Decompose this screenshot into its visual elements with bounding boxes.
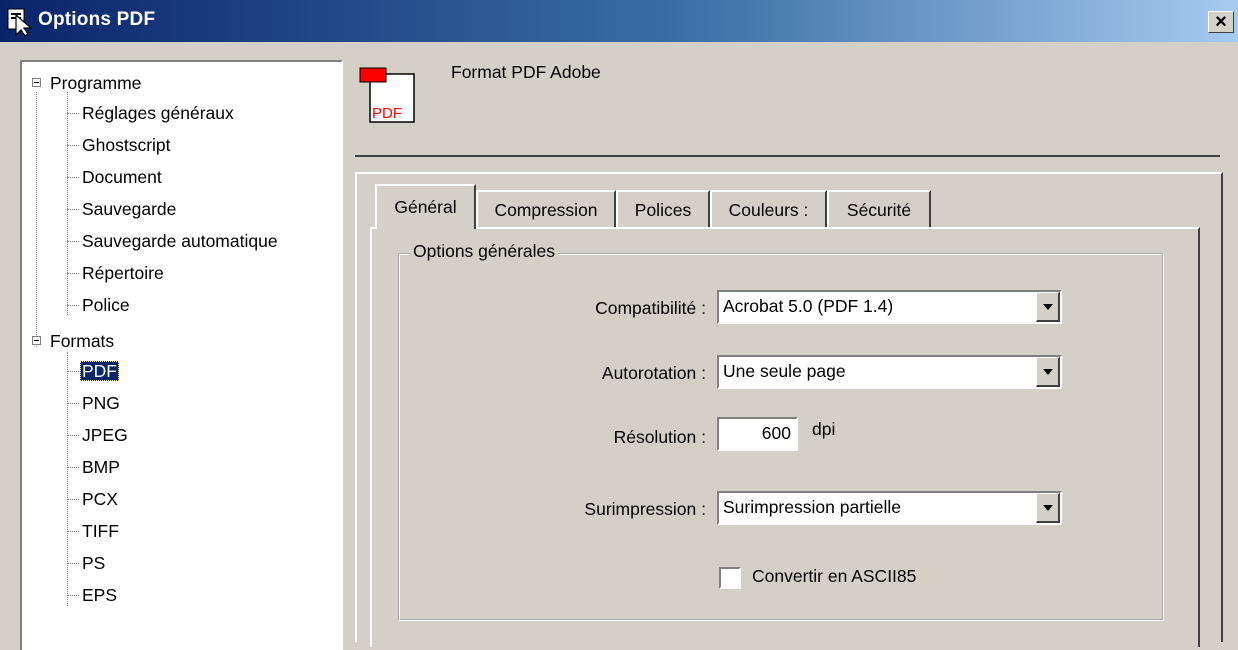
tree-item-reglages-generaux[interactable]: Réglages généraux [80, 98, 236, 128]
resolution-label: Résolution : [613, 427, 706, 447]
format-title: Format PDF Adobe [451, 62, 601, 82]
tree-item-label: Police [82, 295, 130, 315]
autorotation-label: Autorotation : [601, 363, 706, 383]
chevron-down-icon[interactable] [1036, 357, 1060, 387]
collapse-icon[interactable] [32, 336, 41, 345]
tree-item-label: PCX [82, 489, 118, 509]
tree-item-label: JPEG [82, 425, 128, 445]
tree-item-document[interactable]: Document [80, 162, 164, 192]
overprint-select[interactable]: Surimpression partielle [717, 491, 1062, 525]
tree-line [67, 177, 79, 178]
tree-item-label: PNG [82, 393, 120, 413]
tab-couleurs[interactable]: Couleurs : [710, 190, 827, 227]
chevron-down-icon[interactable] [1036, 493, 1060, 523]
tree-item-label: Sauvegarde [82, 199, 177, 219]
tree-item-label: Réglages généraux [82, 103, 234, 123]
tree-line [67, 467, 79, 468]
tree-item-label: Formats [50, 331, 115, 351]
app-icon [7, 8, 33, 37]
tree-item-label: Document [82, 167, 162, 187]
tree-item-ghostscript[interactable]: Ghostscript [80, 130, 173, 160]
tree-line [67, 209, 79, 210]
header-separator [355, 155, 1220, 157]
pdf-icon-text: PDF [372, 105, 402, 122]
tree-line [67, 113, 79, 114]
tree-line [67, 145, 79, 146]
compat-value: Acrobat 5.0 (PDF 1.4) [723, 296, 894, 316]
collapse-icon[interactable] [32, 78, 41, 87]
tree-line [67, 595, 79, 596]
tab-securite[interactable]: Sécurité [827, 190, 931, 227]
tree-item-programme[interactable]: Programme [48, 68, 143, 98]
tree-item-formats[interactable]: Formats [48, 326, 116, 356]
autorotation-select[interactable]: Une seule page [717, 355, 1062, 389]
tree-line [67, 241, 79, 242]
compat-label: Compatibilité : [595, 298, 706, 318]
close-button[interactable]: × [1208, 11, 1234, 33]
tree-item-label: Sauvegarde automatique [82, 231, 278, 251]
tree-item-label: BMP [82, 457, 120, 477]
tree-item-pdf[interactable]: PDF [80, 356, 119, 386]
tree-item-label: TIFF [82, 521, 119, 541]
ascii85-checkbox[interactable] [719, 567, 741, 589]
overprint-label: Surimpression : [584, 499, 706, 519]
window-title: Options PDF [38, 9, 156, 30]
group-title: Options générales [410, 241, 559, 262]
tree-line [67, 305, 79, 306]
tree-item-label: Répertoire [82, 263, 164, 283]
tree-line [67, 531, 79, 532]
tree-item-pcx[interactable]: PCX [80, 484, 120, 514]
tree-item-repertoire[interactable]: Répertoire [80, 258, 166, 288]
tree-item-label: PDF [80, 361, 119, 381]
tab-polices[interactable]: Polices [616, 190, 710, 227]
chevron-down-icon[interactable] [1036, 292, 1060, 322]
ascii85-label[interactable]: Convertir en ASCII85 [752, 566, 916, 587]
tree-item-label: Ghostscript [82, 135, 171, 155]
tree-line [67, 403, 79, 404]
tree-line [67, 499, 79, 500]
tree-line [36, 92, 37, 347]
tab-general[interactable]: Général [375, 184, 476, 229]
tree-item-sauvegarde[interactable]: Sauvegarde [80, 194, 178, 224]
tree-line [67, 371, 79, 372]
tree-item-png[interactable]: PNG [80, 388, 122, 418]
tree-line [67, 92, 68, 315]
tree-line [67, 435, 79, 436]
tree-item-label: EPS [82, 585, 118, 605]
title-bar: Options PDF × [0, 0, 1238, 42]
tree-item-sauvegarde-automatique[interactable]: Sauvegarde automatique [80, 226, 280, 256]
resolution-input[interactable]: 600 [717, 417, 798, 451]
tree-item-bmp[interactable]: BMP [80, 452, 122, 482]
tree-item-label: Programme [50, 73, 142, 93]
tab-compression[interactable]: Compression [476, 190, 616, 227]
autorotation-value: Une seule page [723, 361, 846, 381]
tree-line [67, 273, 79, 274]
overprint-value: Surimpression partielle [723, 497, 901, 517]
tree-item-ps[interactable]: PS [80, 548, 107, 578]
tree-line [67, 352, 68, 606]
tree-line [67, 563, 79, 564]
compat-select[interactable]: Acrobat 5.0 (PDF 1.4) [717, 290, 1062, 324]
options-tree[interactable]: Programme Réglages généraux Ghostscript … [20, 60, 343, 650]
resolution-unit: dpi [812, 419, 836, 439]
tree-item-police[interactable]: Police [80, 290, 132, 320]
tree-item-eps[interactable]: EPS [80, 580, 119, 610]
pdf-file-icon: PDF [359, 67, 415, 123]
tree-item-jpeg[interactable]: JPEG [80, 420, 130, 450]
tree-item-tiff[interactable]: TIFF [80, 516, 121, 546]
tree-item-label: PS [82, 553, 106, 573]
